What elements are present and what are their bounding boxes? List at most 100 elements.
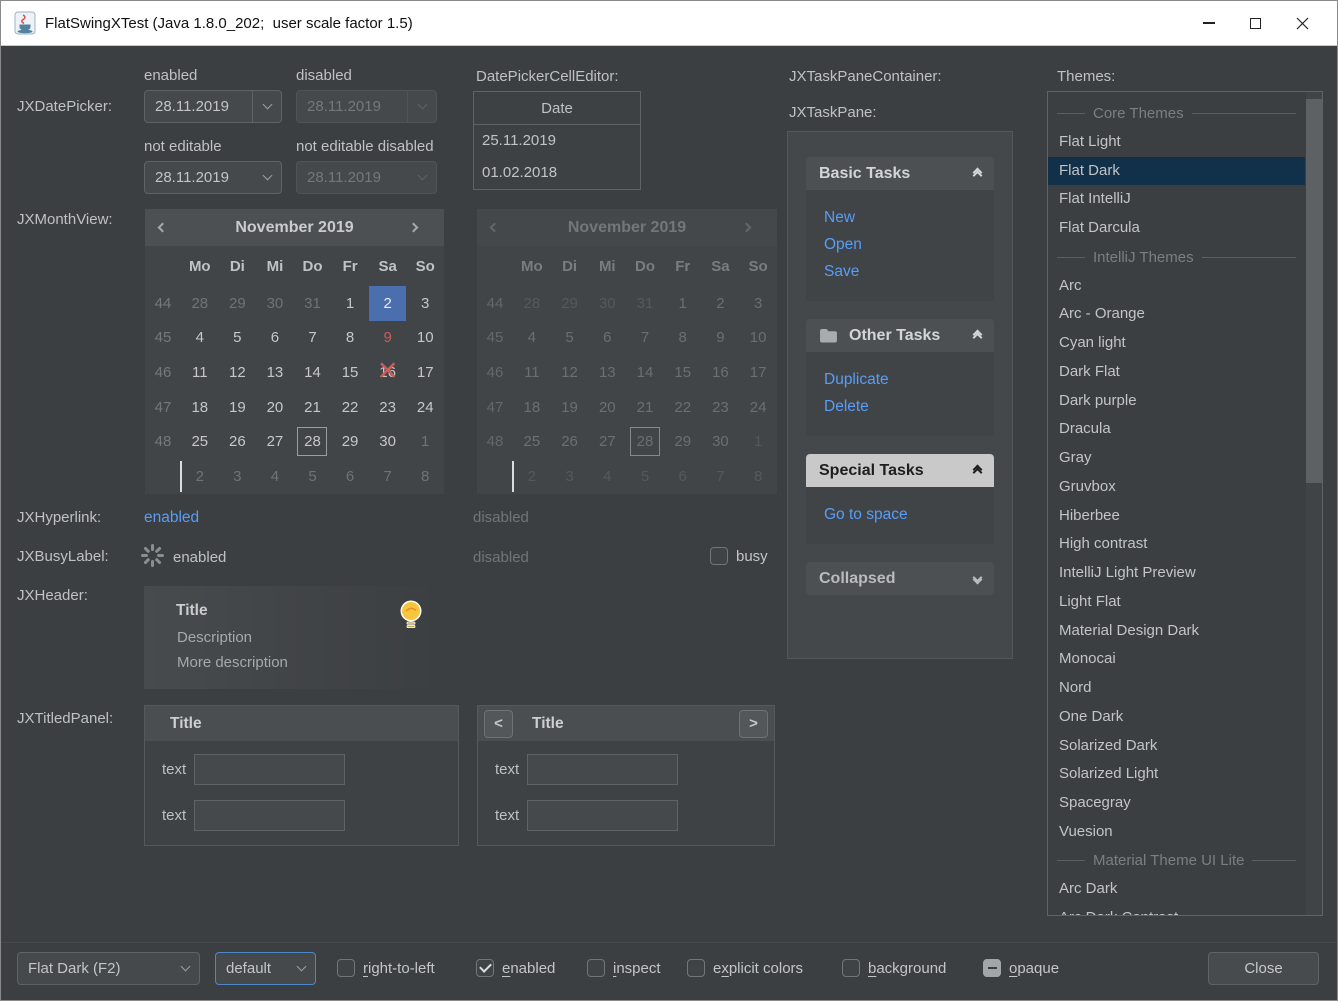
calendar-day[interactable]: 16× — [369, 355, 407, 390]
calendar-day[interactable]: 8 — [739, 459, 777, 494]
calendar-day[interactable]: 5 — [626, 459, 664, 494]
theme-item[interactable]: Arc Dark — [1048, 875, 1305, 904]
theme-item[interactable]: Light Flat — [1048, 588, 1305, 617]
maximize-button[interactable] — [1232, 1, 1279, 45]
checkbox-enabled[interactable]: enabled — [476, 959, 555, 977]
calendar-day[interactable]: 2 — [181, 459, 219, 494]
calendar-day[interactable]: 10 — [739, 321, 777, 356]
text-field[interactable] — [194, 754, 345, 785]
calendar-day[interactable]: 30 — [369, 424, 407, 459]
checkbox-box[interactable] — [710, 547, 728, 565]
calendar-day[interactable]: 8 — [406, 459, 444, 494]
scrollbar-thumb[interactable] — [1306, 99, 1322, 483]
hyperlink-enabled[interactable]: enabled — [144, 509, 199, 527]
chevron-down-icon[interactable] — [171, 967, 199, 970]
calendar-day[interactable]: 13 — [588, 355, 626, 390]
calendar-day[interactable]: 4 — [588, 459, 626, 494]
task-pane-header[interactable]: Basic Tasks — [806, 157, 994, 190]
checkbox-box[interactable] — [337, 959, 355, 977]
calendar-day[interactable]: 3 — [739, 286, 777, 321]
calendar-day[interactable]: 17 — [739, 355, 777, 390]
theme-item[interactable]: Gruvbox — [1048, 473, 1305, 502]
checkbox-box[interactable] — [842, 959, 860, 977]
calendar-day[interactable]: 5 — [219, 321, 257, 356]
calendar-day[interactable]: 18 — [181, 390, 219, 425]
checkbox-box[interactable] — [476, 959, 494, 977]
calendar-day[interactable]: 4 — [256, 459, 294, 494]
calendar-day[interactable]: 11 — [181, 355, 219, 390]
checkbox-inspect[interactable]: inspect — [587, 959, 661, 977]
calendar-day[interactable]: 22 — [331, 390, 369, 425]
calendar-day[interactable]: 21 — [626, 390, 664, 425]
theme-item[interactable]: Monocai — [1048, 645, 1305, 674]
titled-panel-next-button[interactable]: > — [739, 710, 768, 738]
calendar-day[interactable]: 14 — [294, 355, 332, 390]
calendar-day[interactable]: 31 — [626, 286, 664, 321]
close-dialog-button[interactable]: Close — [1208, 952, 1319, 985]
text-field[interactable] — [527, 754, 678, 785]
table-header-date[interactable]: Date — [474, 92, 640, 125]
calendar-day[interactable]: 1 — [664, 286, 702, 321]
checkbox-opaque[interactable]: opaque — [983, 959, 1059, 977]
checkbox-box[interactable] — [983, 959, 1001, 977]
datepicker-combo-enabled[interactable]: 28.11.2019 — [144, 90, 282, 123]
calendar-day[interactable]: 12 — [551, 355, 589, 390]
calendar-day[interactable]: 8 — [331, 321, 369, 356]
theme-item[interactable]: Solarized Light — [1048, 760, 1305, 789]
checkbox-explicit-colors[interactable]: explicit colors — [687, 959, 803, 977]
theme-item[interactable]: Flat IntelliJ — [1048, 185, 1305, 214]
calendar-day[interactable]: 1 — [739, 424, 777, 459]
calendar-day[interactable]: 13 — [256, 355, 294, 390]
checkbox-box[interactable] — [587, 959, 605, 977]
calendar-day[interactable]: 30 — [588, 286, 626, 321]
calendar-day[interactable]: 2 — [702, 286, 740, 321]
calendar-day[interactable]: 9 — [702, 321, 740, 356]
table-row[interactable]: 01.02.2018 — [474, 157, 640, 189]
theme-item[interactable]: Flat Darcula — [1048, 214, 1305, 243]
calendar-day[interactable]: 31 — [294, 286, 332, 321]
style-combo[interactable]: default — [215, 952, 316, 985]
theme-item[interactable]: Arc Dark Contrast — [1048, 904, 1305, 916]
checkbox-box[interactable] — [687, 959, 705, 977]
close-button[interactable] — [1279, 1, 1326, 45]
task-link[interactable]: Delete — [824, 393, 976, 420]
calendar-next-button[interactable] — [743, 224, 763, 231]
calendar-day[interactable]: 29 — [219, 286, 257, 321]
table-row[interactable]: 25.11.2019 — [474, 125, 640, 157]
calendar-day[interactable]: 1 — [331, 286, 369, 321]
calendar-day[interactable]: 29 — [331, 424, 369, 459]
theme-item[interactable]: Flat Light — [1048, 128, 1305, 157]
calendar-day[interactable]: 29 — [664, 424, 702, 459]
calendar-day[interactable]: 3 — [219, 459, 257, 494]
calendar-day[interactable]: 11 — [513, 355, 551, 390]
calendar-prev-button[interactable] — [159, 224, 179, 231]
theme-item[interactable]: IntelliJ Light Preview — [1048, 559, 1305, 588]
theme-item[interactable]: Nord — [1048, 674, 1305, 703]
datepicker-combo-not-editable[interactable]: 28.11.2019 — [144, 161, 282, 194]
theme-combo[interactable]: Flat Dark (F2) — [17, 952, 200, 985]
calendar-day[interactable]: 27 — [588, 424, 626, 459]
calendar-day[interactable]: 20 — [256, 390, 294, 425]
checkbox-busy[interactable]: busy — [710, 547, 768, 565]
theme-item[interactable]: Hiberbee — [1048, 502, 1305, 531]
calendar-day[interactable]: 29 — [551, 286, 589, 321]
theme-item[interactable]: Arc — [1048, 272, 1305, 301]
calendar-day[interactable]: 18 — [513, 390, 551, 425]
calendar-day[interactable]: 28 — [626, 424, 664, 459]
calendar-prev-button[interactable] — [491, 224, 511, 231]
calendar-day[interactable]: 25 — [181, 424, 219, 459]
calendar-day[interactable]: 26 — [219, 424, 257, 459]
chevron-down-icon[interactable] — [253, 105, 281, 108]
calendar-day[interactable]: 8 — [664, 321, 702, 356]
calendar-day[interactable]: 23 — [702, 390, 740, 425]
calendar-day[interactable]: 17 — [406, 355, 444, 390]
checkbox-right-to-left[interactable]: right-to-left — [337, 959, 435, 977]
calendar-day[interactable]: 4 — [513, 321, 551, 356]
calendar-day[interactable]: 12 — [219, 355, 257, 390]
theme-item[interactable]: Flat Dark — [1048, 157, 1305, 186]
scrollbar-track[interactable] — [1306, 92, 1322, 915]
calendar-day[interactable]: 7 — [294, 321, 332, 356]
calendar-day[interactable]: 15 — [331, 355, 369, 390]
calendar-day[interactable]: 24 — [406, 390, 444, 425]
task-link[interactable]: Go to space — [824, 501, 976, 528]
